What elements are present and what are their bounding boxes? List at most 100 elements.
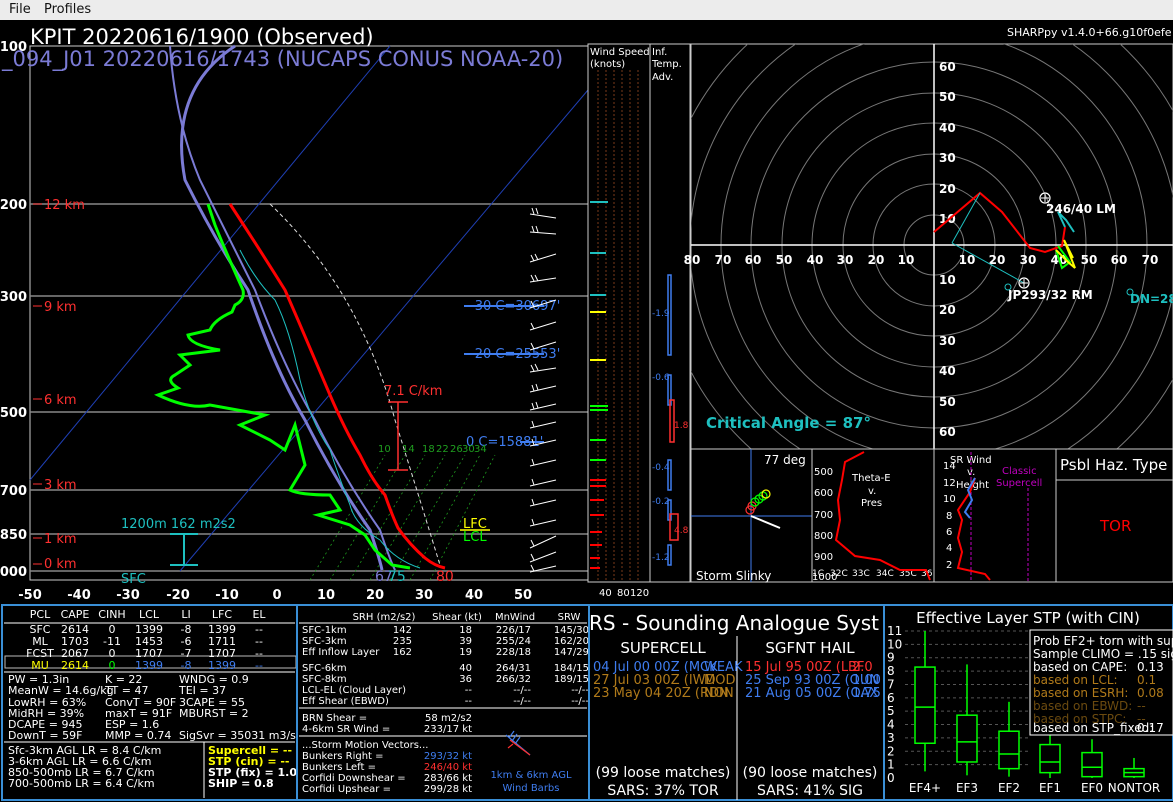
stp-y-label: 9 bbox=[887, 651, 895, 665]
hodo-x-label: 50 bbox=[776, 253, 793, 267]
mixing-ratio-label: 30 bbox=[462, 444, 475, 455]
stp-y-label: 0 bbox=[887, 771, 895, 785]
mixing-ratio-label: 10 bbox=[378, 444, 391, 455]
parcel-headers: PCL CAPE CINH LCL LI LFC EL bbox=[30, 608, 267, 621]
inf-title: Inf. bbox=[652, 47, 667, 58]
kinematics-cell: SFC-8km bbox=[302, 674, 347, 685]
skewt-title-nucaps: _094_J01 20220616/1743 (NUCAPS CONUS NOA… bbox=[1, 47, 563, 72]
storm-motion-label: Corfidi Downshear = bbox=[302, 773, 406, 784]
parcel-header: EL bbox=[252, 608, 266, 621]
storm-motion-label: Bunkers Right = bbox=[302, 751, 384, 762]
theta-e-title: Theta-E bbox=[851, 473, 891, 484]
stp-category: EF4+ bbox=[909, 781, 941, 795]
sfc-label: SFC bbox=[121, 572, 146, 587]
stp-y-label: 2 bbox=[887, 744, 895, 758]
stp-panel: Effective Layer STP (with CIN) 111098765… bbox=[883, 604, 1173, 801]
temp-adv-value: -0.2 bbox=[652, 497, 670, 507]
pressure-label: 500 bbox=[0, 406, 27, 421]
lapse-rate-value: 700-500mb LR = 6.4 C/km bbox=[8, 777, 155, 790]
temp-adv-value: 4.8 bbox=[674, 526, 689, 536]
slinky-angle: 77 deg bbox=[764, 453, 806, 467]
bunkers-right-value: 293/32 kt bbox=[424, 751, 472, 762]
temp-axis-label: 50 bbox=[514, 588, 532, 603]
hodo-x-label: 60 bbox=[1111, 253, 1128, 267]
kinematics-cell: 145/30 bbox=[554, 625, 589, 636]
mixing-ratio-label: 34 bbox=[474, 444, 487, 455]
stp-climo: Sample CLIMO = .15 sig bbox=[1033, 647, 1173, 661]
stp-box bbox=[998, 730, 1020, 770]
bunkers-left-value: 246/40 kt bbox=[424, 762, 472, 773]
stp-y-label: 1 bbox=[887, 758, 895, 772]
kinematics-cell: 226/17 bbox=[496, 625, 531, 636]
hodo-y-label: 10 bbox=[939, 212, 956, 226]
theta-e-x-label: 33C bbox=[852, 569, 870, 579]
parcel-cell: 1399 bbox=[135, 659, 163, 672]
parcel-header: CAPE bbox=[61, 608, 90, 621]
stp-prob-label: based on STP_fixed: bbox=[1033, 721, 1153, 735]
height-label: 12 km bbox=[44, 198, 85, 213]
kinematics-cell: 266/32 bbox=[496, 674, 531, 685]
stp-prob-label: based on ESRH: bbox=[1033, 686, 1128, 700]
stp-y-label: 4 bbox=[887, 718, 895, 732]
barb-caption: 1km & 6km AGL bbox=[490, 770, 572, 781]
sars-supercell-loose: (99 loose matches) bbox=[596, 765, 731, 781]
kinematics-header: Shear (kt) bbox=[432, 612, 482, 623]
menu-file[interactable]: File bbox=[9, 2, 31, 17]
storm-motion-label: Corfidi Upshear = bbox=[302, 784, 391, 795]
parcel-cell: 2614 bbox=[61, 659, 89, 672]
height-label: 6 km bbox=[44, 393, 77, 408]
height-label: 1 km bbox=[44, 532, 77, 547]
menu-profiles[interactable]: Profiles bbox=[44, 2, 91, 17]
temp-axis-label: -20 bbox=[166, 588, 190, 603]
temp-adv-value: 1.8 bbox=[674, 421, 689, 431]
sr-wind-46-label: 4-6km SR Wind = bbox=[302, 724, 390, 735]
kinematics-cell: 264/31 bbox=[496, 663, 531, 674]
wind-speed-units: (knots) bbox=[590, 59, 625, 70]
index-value: SigSvr = 35031 m3/s3 bbox=[179, 729, 303, 742]
parcel-cell: 1399 bbox=[208, 659, 236, 672]
kinematics-cell: SFC-6km bbox=[302, 663, 347, 674]
stp-category: NONTOR bbox=[1108, 781, 1161, 795]
sr-wind-y-label: 2 bbox=[946, 560, 952, 571]
stp-prob-label: based on LCL: bbox=[1033, 673, 1118, 687]
temp-axis-label: 30 bbox=[415, 588, 433, 603]
parcel-header: CINH bbox=[98, 608, 125, 621]
sr-wind-y-label: 6 bbox=[946, 527, 952, 538]
kinematics-cell: SFC-3km bbox=[302, 636, 347, 647]
parcel-cell: -- bbox=[255, 659, 263, 672]
kinematics-cell: SFC-1km bbox=[302, 625, 347, 636]
stp-prob-value: 0.13 bbox=[1137, 660, 1164, 674]
kinematics-cell: 36 bbox=[459, 674, 472, 685]
temp-axis-label: -10 bbox=[215, 588, 239, 603]
parcel-header: LCL bbox=[139, 608, 160, 621]
theta-e-panel: 500 600 700 800 900 1000 1C 32C 33C 34C … bbox=[811, 448, 935, 583]
height-label: 9 km bbox=[44, 300, 77, 315]
hodo-x-label: 30 bbox=[837, 253, 854, 267]
kinematics-cell: 19 bbox=[459, 647, 472, 658]
theta-e-title-3: Pres bbox=[861, 498, 882, 509]
stp-prob-label: based on EBWD: bbox=[1033, 699, 1132, 713]
skewt-title-observed: KPIT 20220616/1900 (Observed) bbox=[30, 25, 374, 49]
stp-prob-label: based on CAPE: bbox=[1033, 660, 1127, 674]
temp-adv-value: -1.2 bbox=[652, 553, 670, 563]
sars-title: RS - Sounding Analogue Syst bbox=[589, 611, 879, 635]
kinematics-cell: 255/24 bbox=[496, 636, 531, 647]
storm-motion-label: Bunkers Left = bbox=[302, 762, 376, 773]
index-value: MBURST = 2 bbox=[179, 707, 249, 720]
wind-speed-tick: 120 bbox=[630, 588, 649, 599]
psbl-haz-value: TOR bbox=[1099, 517, 1131, 535]
wind-speed-tick: 40 bbox=[599, 588, 612, 599]
critical-angle-label: Critical Angle = 87° bbox=[706, 414, 871, 432]
hodo-x-label: 40 bbox=[807, 253, 824, 267]
sr-wind-y-label: 10 bbox=[943, 494, 956, 505]
lcl-label: LCL bbox=[463, 530, 487, 545]
slinky-title: Storm Slinky bbox=[696, 569, 771, 583]
stp-box bbox=[914, 666, 936, 745]
index-value: MMP = 0.74 bbox=[105, 729, 171, 742]
sr-wind-y-label: 12 bbox=[943, 478, 956, 489]
theta-e-y-label: 900 bbox=[814, 552, 833, 563]
theta-e-x-label: 1C bbox=[812, 569, 824, 579]
hodo-x-label: 80 bbox=[684, 253, 701, 267]
hodo-y-label: 60 bbox=[939, 60, 956, 74]
kinematics-cell: 40 bbox=[459, 663, 472, 674]
